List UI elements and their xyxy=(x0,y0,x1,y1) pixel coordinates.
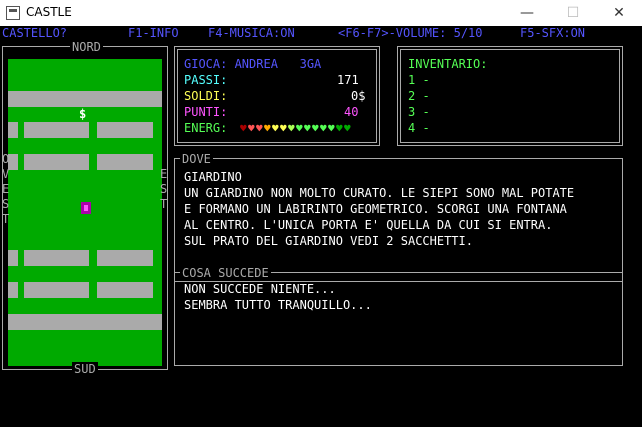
garden-map: $ xyxy=(8,59,162,366)
room-description-line: UN GIARDINO NON MOLTO CURATO. LE SIEPI S… xyxy=(184,186,575,200)
energy-heart-icon: ♥ xyxy=(240,122,247,135)
maximize-button[interactable]: ☐ xyxy=(550,0,596,26)
console-screen: CASTELLO? F1-INFO F4-MUSICA:ON <F6-F7>-V… xyxy=(0,26,642,427)
map-west-letter: E xyxy=(2,182,10,196)
money-bag-icon: $ xyxy=(79,107,87,121)
map-path xyxy=(24,282,89,298)
map-path xyxy=(24,122,89,138)
money-value: 0$ xyxy=(351,89,366,103)
window-titlebar: CASTLE — ☐ ✕ xyxy=(0,0,642,26)
map-path xyxy=(8,314,162,330)
energy-heart-icon: ♥ xyxy=(344,122,351,135)
player-icon xyxy=(81,202,91,214)
energy-heart-icon: ♥ xyxy=(328,122,335,135)
window-title: CASTLE xyxy=(26,5,72,19)
energy-heart-icon: ♥ xyxy=(280,122,287,135)
room-description-line: E FORMANO UN LABIRINTO GEOMETRICO. SCORG… xyxy=(184,202,567,216)
map-west-letter: O xyxy=(2,152,10,166)
map-west-letter: S xyxy=(2,197,10,211)
map-path xyxy=(24,250,89,266)
minimize-button[interactable]: — xyxy=(504,0,550,26)
status-volume: <F6-F7>-VOLUME: 5/10 xyxy=(338,26,483,40)
events-title: COSA SUCCEDE xyxy=(180,266,271,280)
steps-value: 171 xyxy=(337,73,359,87)
inventory-title: INVENTARIO: xyxy=(408,57,488,71)
map-path xyxy=(8,282,18,298)
player-name: GIOCA: ANDREA 3GA xyxy=(184,57,322,71)
money-label: SOLDI: xyxy=(184,89,228,103)
event-line: SEMBRA TUTTO TRANQUILLO... xyxy=(184,298,372,312)
energy-heart-icon: ♥ xyxy=(320,122,327,135)
status-music: F4-MUSICA:ON xyxy=(208,26,295,40)
inventory-slot: 4 - xyxy=(408,121,430,135)
status-info-key: F1-INFO xyxy=(128,26,179,40)
map-path xyxy=(97,282,153,298)
status-sfx: F5-SFX:ON xyxy=(520,26,586,40)
app-icon xyxy=(6,6,20,20)
energy-heart-icon: ♥ xyxy=(248,122,255,135)
energy-heart-icon: ♥ xyxy=(312,122,319,135)
map-south-label: SUD xyxy=(72,362,98,376)
where-title: DOVE xyxy=(180,152,213,166)
energy-heart-icon: ♥ xyxy=(304,122,311,135)
energy-heart-icon: ♥ xyxy=(336,122,343,135)
points-value: 40 xyxy=(344,105,359,119)
map-path xyxy=(97,154,153,170)
map-path xyxy=(8,154,18,170)
energy-heart-icon: ♥ xyxy=(272,122,279,135)
map-path xyxy=(8,91,162,107)
event-line: NON SUCCEDE NIENTE... xyxy=(184,282,336,296)
map-north-label: NORD xyxy=(70,40,103,54)
map-path xyxy=(8,250,18,266)
inventory-slot: 2 - xyxy=(408,89,430,103)
map-path xyxy=(24,154,89,170)
energy-heart-icon: ♥ xyxy=(264,122,271,135)
steps-label: PASSI: xyxy=(184,73,228,87)
inventory-slot: 1 - xyxy=(408,73,430,87)
energy-heart-icon: ♥ xyxy=(256,122,263,135)
map-east-letter: E xyxy=(160,167,168,181)
energy-bar: ♥ ♥ ♥ ♥ ♥ ♥ ♥ ♥ ♥ ♥ ♥ ♥ ♥ ♥ xyxy=(240,123,370,139)
map-west-letter: V xyxy=(2,167,10,181)
map-west-letter: T xyxy=(2,212,10,226)
energy-heart-icon: ♥ xyxy=(296,122,303,135)
inventory-slot: 3 - xyxy=(408,105,430,119)
map-path xyxy=(97,250,153,266)
map-path xyxy=(8,122,18,138)
room-description-line: SUL PRATO DEL GIARDINO VEDI 2 SACCHETTI. xyxy=(184,234,473,248)
room-description-line: AL CENTRO. L'UNICA PORTA E' QUELLA DA CU… xyxy=(184,218,553,232)
room-name: GIARDINO xyxy=(184,170,242,184)
map-east-letter: S xyxy=(160,182,168,196)
map-path xyxy=(97,122,153,138)
energy-heart-icon: ♥ xyxy=(288,122,295,135)
points-label: PUNTI: xyxy=(184,105,228,119)
status-location: CASTELLO? xyxy=(2,26,68,40)
energy-label: ENERG: xyxy=(184,121,228,135)
map-east-letter: T xyxy=(160,197,168,211)
close-button[interactable]: ✕ xyxy=(596,0,642,26)
